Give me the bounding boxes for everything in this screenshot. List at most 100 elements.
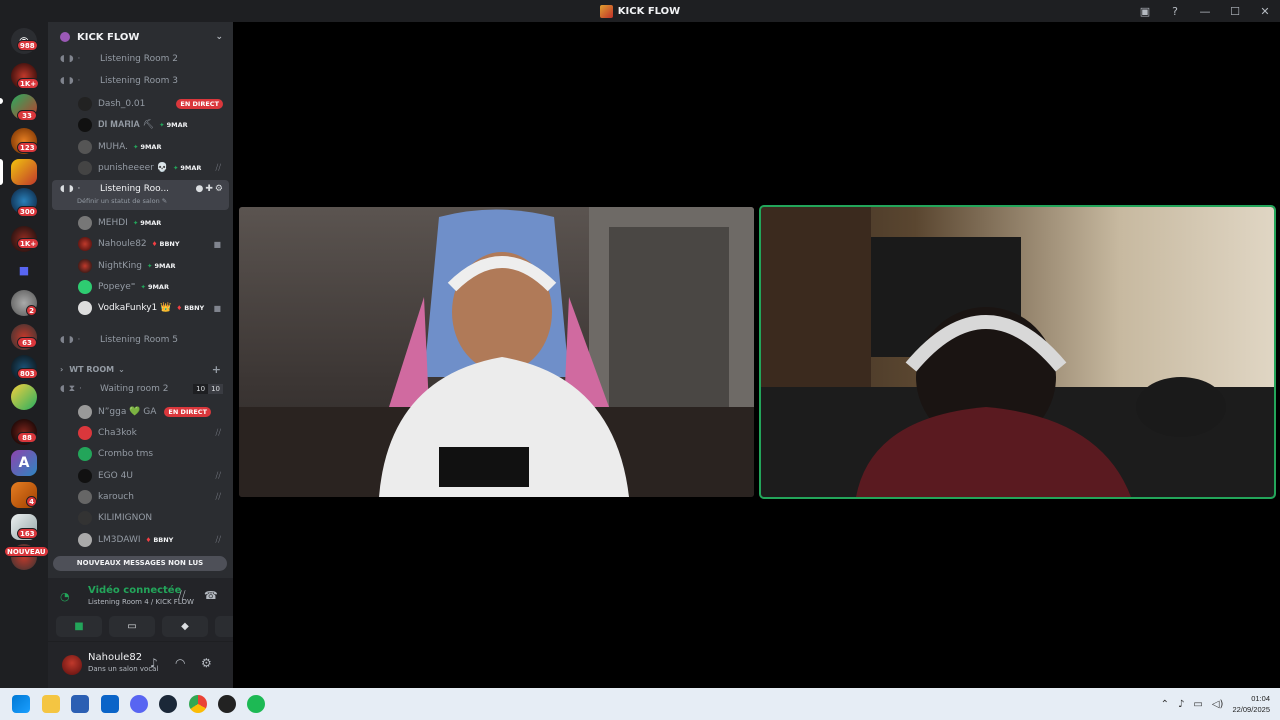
category-name: WT ROOM (69, 364, 115, 374)
voice-user[interactable]: karouch ⧸⧸ (52, 487, 229, 507)
user-name: Nahoule82 (98, 239, 147, 249)
outlook-icon[interactable] (101, 695, 119, 713)
category-header[interactable]: › WT ROOM ⌄ + (52, 359, 229, 379)
voice-channel-room3[interactable]: ◖◗· Listening Room 3 (52, 71, 229, 91)
voice-user[interactable]: LM3DAWI BBNY ⧸⧸ (52, 530, 229, 550)
server-badge-new: NOUVEAU (4, 546, 49, 557)
disconnect-icon[interactable]: ☎ (204, 589, 218, 602)
inbox-icon[interactable]: ▣ (1130, 5, 1160, 18)
server-icon-kick-flow[interactable] (11, 159, 37, 185)
voice-channel-room4[interactable]: ◖◗· Listening Roo... Définir un statut d… (52, 180, 229, 210)
user-name[interactable]: Nahoule82 (88, 652, 142, 663)
noise-suppression-icon[interactable]: ⧸⧸ (178, 589, 185, 603)
server-badge: 803 (17, 368, 38, 379)
help-icon[interactable]: ? (1160, 5, 1190, 18)
microphone-icon[interactable]: ♪ (1178, 699, 1184, 710)
screen-share-button[interactable]: ▭ (109, 616, 155, 637)
avatar (78, 447, 92, 461)
clock[interactable]: 01:04 22/09/2025 (1232, 693, 1270, 715)
windows-start-icon[interactable] (12, 695, 30, 713)
app-icon[interactable] (218, 695, 236, 713)
user-count: 10 (193, 384, 209, 394)
voice-channel-waiting[interactable]: ◖⧗· Waiting room 2 10 10 (52, 379, 229, 399)
discord-icon[interactable] (130, 695, 148, 713)
deafened-icon: ⧸⧸ (215, 535, 221, 544)
server-badge: 88 (17, 432, 37, 443)
microphone-icon[interactable]: ♪ (150, 656, 158, 670)
chrome-icon[interactable] (189, 695, 207, 713)
voice-user[interactable]: KILIMIGNON (52, 508, 229, 528)
voice-user[interactable]: N”gga 💚 GA EN DIRECT (52, 402, 229, 422)
close-button[interactable]: ✕ (1250, 5, 1280, 18)
server-tag: BBNY (176, 304, 204, 312)
user-panel: Nahoule82 Dans un salon vocal ♪ ◠ ⚙ (48, 642, 233, 688)
avatar (78, 301, 92, 315)
chevron-up-icon[interactable]: ⌃ (1161, 699, 1169, 710)
voice-user[interactable]: Crombo tms (52, 444, 229, 464)
guild-header[interactable]: KICK FLOW ⌄ (48, 22, 233, 52)
channel-name: Listening Room 3 (100, 76, 178, 86)
voice-user[interactable]: Dash_0.01 EN DIRECT (52, 94, 229, 114)
deafened-icon: ⧸⧸ (215, 471, 221, 480)
server-tag: 9MAR (133, 143, 161, 151)
server-icon[interactable]: A (11, 450, 37, 476)
unread-indicator (0, 98, 3, 104)
speaker-icon: ◖◗· (60, 184, 85, 194)
file-explorer-icon[interactable] (42, 695, 60, 713)
voice-user[interactable]: 𝐃𝐈 𝐌𝐀𝐑𝐈𝐀 ⛏ 9MAR (52, 115, 229, 135)
voice-user[interactable]: EGO 4U ⧸⧸ (52, 466, 229, 486)
avatar (78, 533, 92, 547)
voice-user[interactable]: punisheeeer 💀 9MAR ⧸⧸ (52, 158, 229, 178)
video-feed (761, 207, 1274, 497)
server-tag: BBNY (146, 536, 173, 544)
avatar (78, 259, 92, 273)
channel-name: Listening Roo... (100, 184, 170, 194)
spotify-icon[interactable] (247, 695, 265, 713)
invite-icon[interactable]: ✚ (205, 184, 215, 194)
voice-channel-room5[interactable]: ◖◗· Listening Room 5 (52, 330, 229, 350)
maximize-button[interactable]: ☐ (1220, 5, 1250, 18)
store-icon[interactable] (71, 695, 89, 713)
display-icon[interactable]: ▭ (1193, 699, 1202, 710)
signal-icon[interactable]: ◔ (60, 590, 70, 603)
voice-status[interactable]: Vidéo connectée (88, 585, 181, 596)
voice-user[interactable]: VodkaFunky1 👑 BBNY ■ (52, 298, 229, 318)
server-folder-icon[interactable]: ■ (11, 258, 37, 284)
user-name: N”gga 💚 GA (98, 407, 157, 417)
video-feed (239, 207, 754, 497)
camera-button[interactable]: ■ (56, 616, 102, 637)
gear-icon[interactable]: ⚙ (201, 656, 212, 670)
server-badge: 4 (26, 496, 37, 507)
video-tile[interactable] (239, 207, 754, 497)
user-name: NightKing (98, 261, 142, 271)
channel-status[interactable]: Définir un statut de salon ✎ (77, 197, 167, 205)
add-channel-icon[interactable]: + (212, 363, 229, 376)
server-tag: 9MAR (133, 219, 161, 227)
voice-user[interactable]: Popeye⁼ 9MAR (52, 277, 229, 297)
voice-user[interactable]: NightKing 9MAR (52, 256, 229, 276)
avatar[interactable] (62, 655, 82, 675)
headphones-icon[interactable]: ◠ (175, 656, 185, 670)
server-list: ◉ 988 1K+ 33 123 300 1K+ ■ 2 63 803 88 A… (0, 22, 49, 688)
voice-user[interactable]: MEHDI 9MAR (52, 213, 229, 233)
speaker-icon: ◖◗· (60, 335, 85, 345)
activities-button[interactable]: ◆ (162, 616, 208, 637)
video-tile-speaking[interactable] (759, 205, 1276, 499)
server-tag: BBNY (152, 240, 179, 248)
avatar (78, 426, 92, 440)
server-icon[interactable] (11, 384, 37, 410)
server-logo-icon (599, 4, 613, 18)
unread-messages-banner[interactable]: NOUVEAUX MESSAGES NON LUS (53, 556, 227, 571)
voice-user[interactable]: Nahoule82 BBNY ■ (52, 234, 229, 254)
minimize-button[interactable]: — (1190, 5, 1220, 18)
volume-icon[interactable]: ◁) (1212, 699, 1224, 710)
user-name: Dash_0.01 (98, 99, 146, 109)
chat-icon[interactable]: ● (196, 184, 206, 194)
steam-icon[interactable] (159, 695, 177, 713)
gear-icon[interactable]: ⚙ (215, 184, 225, 194)
voice-channel-room2[interactable]: ◖◗· Listening Room 2 (52, 52, 229, 69)
voice-user[interactable]: Cha3kok ⧸⧸ (52, 423, 229, 443)
voice-user[interactable]: MUHA. 9MAR (52, 137, 229, 157)
chevron-down-icon: ⌄ (215, 32, 223, 42)
user-name: Cha3kok (98, 428, 137, 438)
